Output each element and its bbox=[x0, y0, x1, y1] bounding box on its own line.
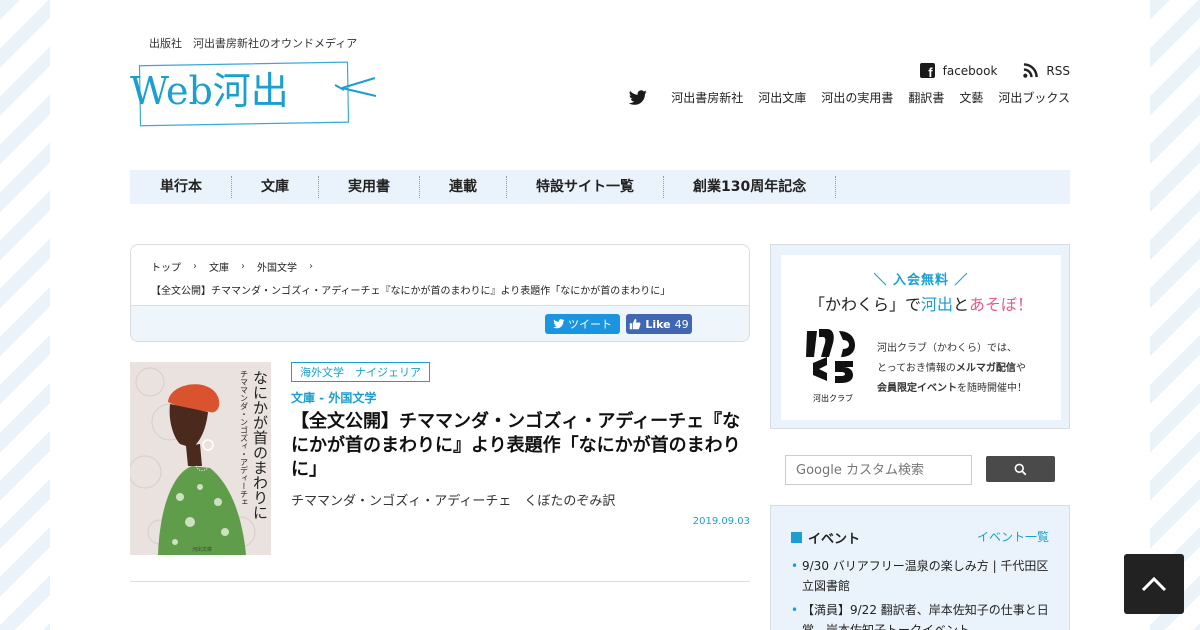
logo-caption: 河出クラブ bbox=[813, 393, 853, 403]
breadcrumb: トップ › 文庫 › 外国文学 › bbox=[131, 245, 749, 274]
banner-text-bold: メルマガ配信 bbox=[955, 363, 1016, 374]
breadcrumb-box: トップ › 文庫 › 外国文学 › 【全文公開】チママンダ・ンゴズィ・アディーチ… bbox=[130, 244, 750, 342]
catch-text: と bbox=[953, 295, 970, 314]
catch-text: 「かわくら」で bbox=[808, 295, 921, 314]
breadcrumb-item[interactable]: トップ bbox=[151, 259, 181, 274]
square-bullet-icon bbox=[791, 532, 802, 543]
rss-link[interactable]: RSS bbox=[1046, 64, 1070, 78]
subnav-link[interactable]: 翻訳書 bbox=[908, 89, 944, 106]
tweet-button[interactable]: ツイート bbox=[545, 314, 620, 334]
nav-item[interactable]: 特設サイト一覧 bbox=[507, 176, 664, 198]
cover-author: チママンダ・ンゴズィ・アディーチェ bbox=[240, 370, 249, 506]
facebook-like-button[interactable]: Like 49 bbox=[626, 314, 692, 334]
subnav-link[interactable]: 河出の実用書 bbox=[821, 89, 893, 106]
events-title: イベント bbox=[791, 528, 860, 547]
breadcrumb-current: 【全文公開】チママンダ・ンゴズィ・アディーチェ『なにかが首のまわりに』より表題作… bbox=[151, 286, 671, 297]
logo-image: Web河出 bbox=[130, 61, 377, 127]
site-tagline: 出版社 河出書房新社のオウンドメディア bbox=[149, 37, 358, 50]
facebook-icon[interactable] bbox=[919, 63, 935, 80]
events-panel: イベント イベント一覧 9/30 バリアフリー温泉の楽しみ方 | 千代田区立図書… bbox=[770, 505, 1070, 630]
events-title-text: イベント bbox=[808, 532, 861, 547]
breadcrumb-item[interactable]: 外国文学 bbox=[257, 259, 297, 274]
article-tag[interactable]: 海外文学 ナイジェリア bbox=[291, 362, 430, 382]
twitter-icon bbox=[553, 319, 565, 329]
search-icon bbox=[1014, 463, 1027, 475]
back-to-top-button[interactable] bbox=[1124, 554, 1184, 614]
event-item[interactable]: 【満員】9/22 翻訳者、岸本佐知子の仕事と日常 岸本佐知子トークイベント bbox=[791, 600, 1051, 630]
subnav-link[interactable]: 河出文庫 bbox=[758, 89, 806, 106]
subnav-link[interactable]: 河出書房新社 bbox=[671, 89, 743, 106]
social-links: facebook RSS bbox=[919, 63, 1070, 80]
banner-text-line: 会員限定イベントを随時開催中！ bbox=[877, 379, 1027, 399]
thumbs-up-icon bbox=[630, 318, 641, 330]
nav-item[interactable]: 単行本 bbox=[130, 176, 232, 198]
article-title[interactable]: 【全文公開】チママンダ・ンゴズィ・アディーチェ『なにかが首のまわりに』より表題作… bbox=[291, 410, 751, 482]
chevron-right-icon: › bbox=[241, 261, 245, 272]
nav-item[interactable]: 文庫 bbox=[232, 176, 319, 198]
tweet-label: ツイート bbox=[568, 318, 612, 331]
article-date: 2019.09.03 bbox=[692, 516, 750, 527]
share-bar: ツイート Like 49 bbox=[131, 305, 749, 341]
background-stripes-right bbox=[1150, 0, 1200, 630]
subnav-link[interactable]: 文藝 bbox=[959, 89, 983, 106]
banner-text-line: 河出クラブ（かわくら）では、 bbox=[877, 343, 1017, 354]
main-nav: 単行本 文庫 実用書 連載 特設サイト一覧 創業130周年記念 bbox=[130, 170, 1070, 204]
banner-text-bold: 会員限定イベント bbox=[877, 383, 957, 394]
events-list: 9/30 バリアフリー温泉の楽しみ方 | 千代田区立図書館 【満員】9/22 翻… bbox=[791, 556, 1051, 630]
breadcrumb-item[interactable]: 文庫 bbox=[209, 259, 229, 274]
site-logo[interactable]: Web河出 bbox=[130, 58, 380, 128]
event-item[interactable]: 9/30 バリアフリー温泉の楽しみ方 | 千代田区立図書館 bbox=[791, 556, 1051, 596]
catch-text-pink: あそぼ！ bbox=[969, 295, 1034, 314]
chevron-right-icon: › bbox=[193, 261, 197, 272]
nav-item[interactable]: 連載 bbox=[420, 176, 507, 198]
background-stripes-left bbox=[0, 0, 50, 630]
kawakura-logo: 河出クラブ bbox=[806, 329, 855, 403]
banner-text: 河出クラブ（かわくら）では、 とっておき情報のメルマガ配信や 会員限定イベントを… bbox=[877, 339, 1027, 399]
nav-item[interactable]: 実用書 bbox=[319, 176, 420, 198]
search-button[interactable] bbox=[986, 456, 1055, 482]
banner-inner: ＼ 入会無料 ／ 「かわくら」で河出とあそぼ！ 河出クラブ 河出クラブ（かわくら… bbox=[781, 255, 1061, 420]
article-category[interactable]: 文庫 - 外国文学 bbox=[291, 389, 376, 406]
kawakura-banner[interactable]: ＼ 入会無料 ／ 「かわくら」で河出とあそぼ！ 河出クラブ 河出クラブ（かわくら… bbox=[770, 244, 1070, 429]
like-count: 49 bbox=[674, 317, 689, 331]
facebook-link[interactable]: facebook bbox=[943, 64, 998, 78]
book-cover-image[interactable]: なにかが首のまわりに チママンダ・ンゴズィ・アディーチェ 河出文庫 bbox=[130, 362, 271, 555]
cover-publisher: 河出文庫 bbox=[192, 546, 212, 553]
article-author: チママンダ・ンゴズィ・アディーチェ くぼたのぞみ訳 bbox=[291, 494, 616, 509]
chevron-up-icon bbox=[1141, 576, 1167, 592]
subnav-link[interactable]: 河出ブックス bbox=[998, 89, 1070, 106]
events-more-link[interactable]: イベント一覧 bbox=[977, 528, 1049, 545]
banner-text-line: とっておき情報のメルマガ配信や bbox=[877, 359, 1027, 379]
rss-icon[interactable] bbox=[1023, 63, 1039, 78]
cover-title: なにかが首のまわりに bbox=[251, 370, 269, 520]
banner-text-part: や bbox=[1015, 363, 1026, 374]
catch-text-blue: 河出 bbox=[920, 295, 953, 314]
banner-text-part: を随時開催中！ bbox=[957, 383, 1027, 394]
chevron-right-icon: › bbox=[309, 261, 313, 272]
twitter-icon[interactable] bbox=[628, 89, 648, 106]
like-label: Like bbox=[645, 317, 671, 331]
banner-text-part: とっておき情報の bbox=[877, 363, 956, 374]
search-input[interactable] bbox=[785, 455, 972, 485]
article-item[interactable]: なにかが首のまわりに チママンダ・ンゴズィ・アディーチェ 河出文庫 海外文学 ナ… bbox=[130, 362, 750, 582]
logo-text: Web河出 bbox=[130, 69, 289, 113]
banner-catch: 「かわくら」で河出とあそぼ！ bbox=[781, 291, 1061, 315]
banner-headline: ＼ 入会無料 ／ bbox=[873, 273, 969, 288]
nav-item[interactable]: 創業130周年記念 bbox=[664, 176, 837, 198]
header-subnav: 河出書房新社 河出文庫 河出の実用書 翻訳書 文藝 河出ブックス bbox=[628, 89, 1070, 106]
